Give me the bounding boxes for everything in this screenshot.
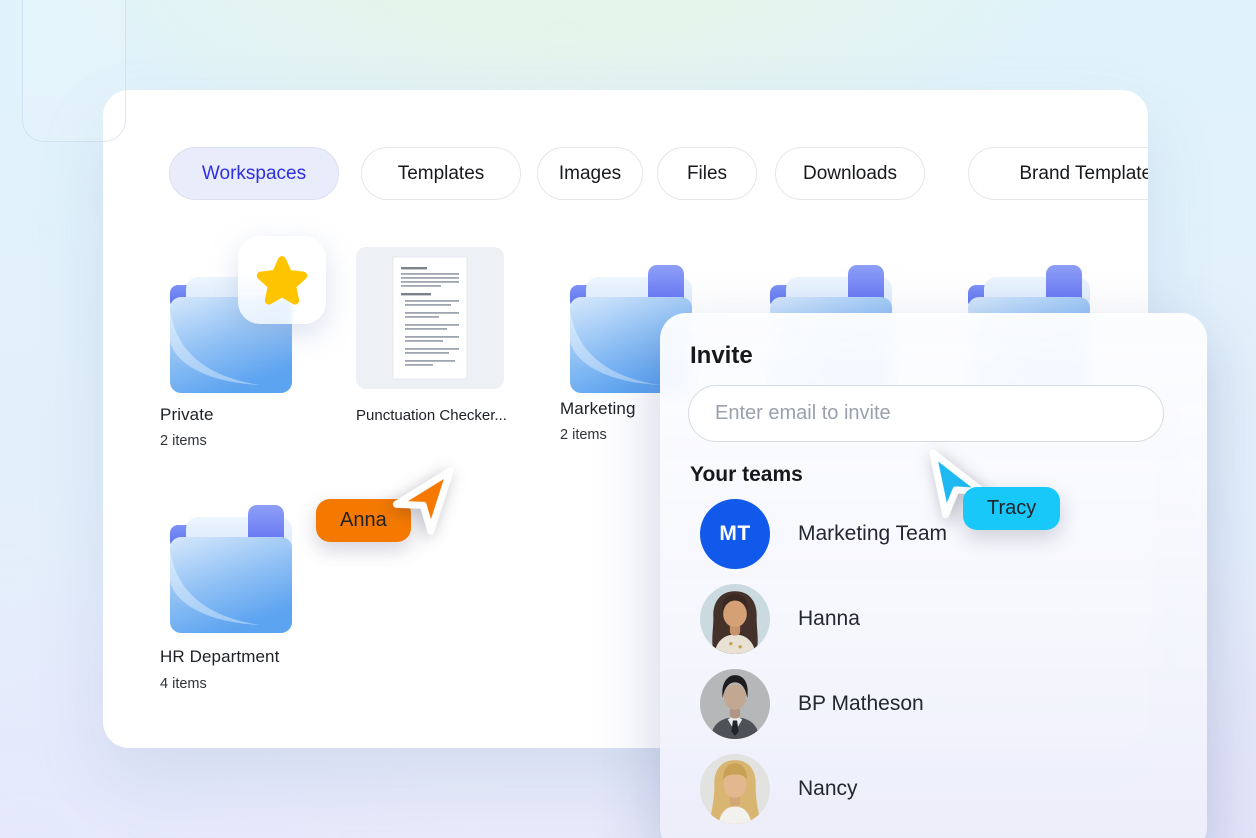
background-card-outline xyxy=(22,0,126,142)
tab-downloads[interactable]: Downloads xyxy=(775,147,925,200)
tracy-cursor-label: Tracy xyxy=(963,487,1061,530)
team-row-bp-matheson[interactable]: BP Matheson xyxy=(660,669,1207,741)
avatar-initials: MT xyxy=(719,522,751,545)
document-name: Punctuation Checker... xyxy=(356,407,507,424)
folder-name: HR Department xyxy=(160,647,280,666)
woman-blonde-portrait xyxy=(700,754,770,824)
anna-cursor xyxy=(390,448,468,553)
folder-name: Private xyxy=(160,405,214,424)
tab-bar: Workspaces Templates Images Files Downlo… xyxy=(103,147,1148,200)
tab-templates[interactable]: Templates xyxy=(361,147,521,200)
hanna-avatar xyxy=(700,584,770,654)
woman-brunette-portrait xyxy=(700,584,770,654)
team-name: BP Matheson xyxy=(798,692,924,715)
team-name: Hanna xyxy=(798,607,860,630)
man-suit-portrait xyxy=(700,669,770,739)
bp-matheson-avatar xyxy=(700,669,770,739)
invite-panel: Invite Your teams MT Marketing Team Hann… xyxy=(660,313,1207,838)
nancy-avatar xyxy=(700,754,770,824)
team-name: Nancy xyxy=(798,777,858,800)
folder-item-count: 2 items xyxy=(160,433,207,449)
team-row-hanna[interactable]: Hanna xyxy=(660,584,1207,656)
your-teams-heading: Your teams xyxy=(690,463,803,486)
folder-name: Marketing xyxy=(560,399,636,418)
tab-files[interactable]: Files xyxy=(657,147,757,200)
folder-icon xyxy=(160,493,300,633)
tab-brand-templates[interactable]: Brand Templates xyxy=(968,147,1148,200)
marketing-team-avatar: MT xyxy=(700,499,770,569)
team-row-nancy[interactable]: Nancy xyxy=(660,754,1207,826)
folder-item-count: 2 items xyxy=(560,427,607,443)
favorite-badge xyxy=(238,236,326,324)
tab-images[interactable]: Images xyxy=(537,147,643,200)
tab-workspaces[interactable]: Workspaces xyxy=(169,147,339,200)
star-icon xyxy=(256,256,308,305)
invite-panel-title: Invite xyxy=(690,342,753,369)
folder-item-count: 4 items xyxy=(160,676,207,692)
document-thumbnail-icon xyxy=(356,247,504,389)
